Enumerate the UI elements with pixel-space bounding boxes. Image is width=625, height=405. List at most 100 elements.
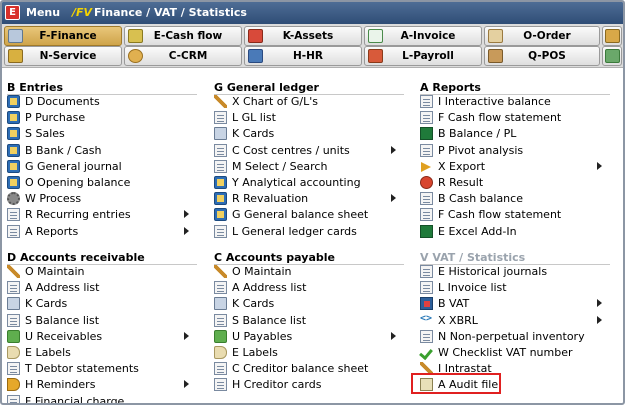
- menu-item-label: D Documents: [25, 95, 100, 108]
- menu-item[interactable]: H Creditor cards: [214, 377, 404, 393]
- menu-item[interactable]: E Labels: [7, 345, 197, 361]
- tab-invoice[interactable]: A-Invoice: [364, 26, 482, 46]
- menu-item-label: B Balance / PL: [438, 127, 517, 141]
- doc-icon: [214, 143, 227, 157]
- menu-item[interactable]: O Opening balance: [7, 175, 197, 191]
- menu-item[interactable]: B Balance / PL: [420, 126, 610, 142]
- menu-button[interactable]: Menu: [26, 6, 60, 19]
- menu-item[interactable]: T Debtor statements: [7, 361, 197, 377]
- menu-item[interactable]: R Recurring entries: [7, 207, 197, 223]
- tab-cash-flow[interactable]: E-Cash flow: [124, 26, 242, 46]
- menu-item[interactable]: C Cost centres / units: [214, 143, 404, 159]
- tab-label: C-CRM: [168, 50, 208, 62]
- menu-item-label: A Address list: [25, 281, 100, 295]
- menu-item[interactable]: Y Analytical accounting: [214, 175, 404, 191]
- menu-item[interactable]: K Cards: [7, 296, 197, 312]
- menu-item[interactable]: S Balance list: [214, 313, 404, 329]
- menu-item[interactable]: E Labels: [214, 345, 404, 361]
- menu-item[interactable]: B Bank / Cash: [7, 143, 197, 159]
- submenu-arrow-icon: [184, 380, 189, 389]
- menu-item[interactable]: F Financial charge: [7, 394, 197, 405]
- menu-item-label: L Invoice list: [438, 281, 507, 295]
- app-logo-icon[interactable]: E: [5, 5, 20, 20]
- menu-item[interactable]: F Cash flow statement: [420, 110, 610, 126]
- menu-item[interactable]: U Payables: [214, 329, 404, 345]
- submenu-arrow-icon: [597, 315, 602, 324]
- menu-item[interactable]: D Documents: [7, 94, 197, 110]
- menu-item-label: B Cash balance: [438, 192, 523, 206]
- menu-item[interactable]: F Cash flow statement: [420, 207, 610, 223]
- doc-icon: [7, 362, 20, 376]
- menu-item[interactable]: H Reminders: [7, 377, 197, 393]
- doc-icon: [214, 224, 227, 238]
- tab-order[interactable]: O-Order: [484, 26, 600, 46]
- tab-scroll-up[interactable]: [602, 26, 622, 46]
- money-icon: [214, 329, 227, 343]
- menu-item[interactable]: R Result: [420, 175, 610, 191]
- menu-item[interactable]: P Purchase: [7, 110, 197, 126]
- menu-item[interactable]: M Select / Search: [214, 159, 404, 175]
- menu-item[interactable]: S Balance list: [7, 313, 197, 329]
- doc-icon: [420, 329, 433, 343]
- menu-item[interactable]: K Cards: [214, 296, 404, 312]
- book-icon: [7, 111, 20, 125]
- tab-scroll-down[interactable]: [602, 46, 622, 66]
- tab-finance[interactable]: F-Finance: [4, 26, 122, 46]
- menu-item[interactable]: U Receivables: [7, 329, 197, 345]
- section-title-reports: A Reports: [420, 81, 610, 95]
- tab-label: N-Service: [39, 50, 97, 62]
- menu-item[interactable]: X Export: [420, 159, 610, 175]
- gear-icon: [7, 192, 20, 206]
- menu-item[interactable]: B VAT: [420, 296, 610, 312]
- menu-item[interactable]: O Maintain: [7, 264, 197, 280]
- menu-item[interactable]: X Chart of G/L's: [214, 94, 404, 110]
- tag-icon: [7, 346, 20, 359]
- menu-item[interactable]: A Address list: [7, 280, 197, 296]
- tab-payroll[interactable]: L-Payroll: [364, 46, 482, 66]
- menu-item[interactable]: N Non-perpetual inventory: [420, 329, 610, 345]
- menu-item[interactable]: P Pivot analysis: [420, 143, 610, 159]
- book-icon: [7, 143, 20, 157]
- menu-item[interactable]: E Excel Add-In: [420, 224, 610, 240]
- menu-item[interactable]: E Historical journals: [420, 264, 610, 280]
- vat-icon: [420, 297, 433, 311]
- menu-item[interactable]: L GL list: [214, 110, 404, 126]
- menu-item-label: S Balance list: [232, 313, 307, 327]
- menu-item[interactable]: S Sales: [7, 126, 197, 142]
- tab-pos[interactable]: Q-POS: [484, 46, 600, 66]
- menu-item[interactable]: W Process: [7, 191, 197, 207]
- menu-item-label: U Receivables: [25, 329, 103, 343]
- doc-icon: [420, 143, 433, 157]
- book-icon: [214, 176, 227, 189]
- tab-hr[interactable]: H-HR: [244, 46, 362, 66]
- menu-item[interactable]: O Maintain: [214, 264, 404, 280]
- submenu-arrow-icon: [184, 226, 189, 235]
- menu-item[interactable]: B Cash balance: [420, 191, 610, 207]
- tab-label: H-HR: [292, 50, 324, 62]
- menu-item[interactable]: L Invoice list: [420, 280, 610, 296]
- tab-assets[interactable]: K-Assets: [244, 26, 362, 46]
- menu-item-label: R Result: [438, 176, 484, 189]
- menu-item[interactable]: K Cards: [214, 126, 404, 142]
- tab-service[interactable]: N-Service: [4, 46, 122, 66]
- menu-item-label: F Cash flow statement: [438, 111, 562, 125]
- menu-item[interactable]: L General ledger cards: [214, 224, 404, 240]
- menu-item[interactable]: I Interactive balance: [420, 94, 610, 110]
- menu-item[interactable]: C Creditor balance sheet: [214, 361, 404, 377]
- card-icon: [7, 297, 20, 311]
- menu-item[interactable]: R Revaluation: [214, 191, 404, 207]
- menu-item-label: A Reports: [25, 224, 79, 238]
- menu-item[interactable]: W Checklist VAT number: [420, 345, 610, 361]
- menu-item-label: F Financial charge: [25, 394, 125, 405]
- tab-crm[interactable]: C-CRM: [124, 46, 242, 66]
- menu-item[interactable]: G General journal: [7, 159, 197, 175]
- doc-icon: [214, 111, 227, 125]
- menu-item[interactable]: X XBRL: [420, 313, 610, 329]
- menu-item[interactable]: G General balance sheet: [214, 207, 404, 223]
- menu-item[interactable]: A Reports: [7, 224, 197, 240]
- submenu-arrow-icon: [184, 210, 189, 219]
- doc-icon: [214, 378, 227, 392]
- menu-item[interactable]: A Address list: [214, 280, 404, 296]
- section-title-entries: B Entries: [7, 81, 197, 95]
- menu-item-label: E Labels: [25, 346, 71, 359]
